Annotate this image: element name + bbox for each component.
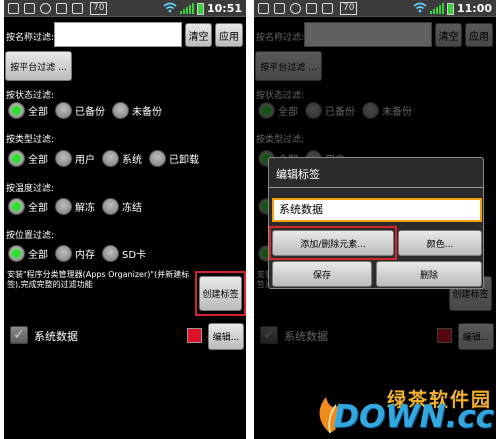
radio-status-all[interactable] [8, 102, 25, 119]
radio-status-backed-up[interactable] [55, 102, 72, 119]
radio-label: 全部 [28, 155, 48, 166]
radio-label: SD卡 [122, 250, 147, 261]
name-filter-label: 按名称过滤: [6, 33, 55, 43]
tag-checkbox[interactable]: ✓ [10, 326, 28, 344]
watermark-logo: 绿茶软件园 DOWN.cc [310, 385, 500, 439]
radio-location-sdcard[interactable] [102, 245, 119, 262]
tag-name-input[interactable]: 系统数据 [272, 198, 482, 222]
signal-icon [429, 3, 444, 14]
highlight-box [269, 226, 397, 260]
radio-temp-thawed[interactable] [55, 198, 72, 215]
color-button[interactable]: 颜色... [398, 230, 482, 256]
edit-tag-button[interactable]: 编辑... [208, 323, 244, 350]
apply-button[interactable]: 应用 [215, 23, 243, 47]
signal-icon [179, 3, 194, 14]
clock: 11:00 [456, 2, 492, 15]
radio-label: 用户 [75, 155, 95, 166]
radio-label: 已备份 [75, 107, 105, 118]
highlight-box [195, 271, 246, 316]
count-badge: 70 [340, 2, 358, 15]
location-filter-group: 全部 内存 SD卡 [8, 245, 153, 262]
radio-label: 未备份 [132, 107, 162, 118]
radio-label: 内存 [75, 250, 95, 261]
radio-label: 系统 [122, 155, 142, 166]
radio-temp-all[interactable] [8, 198, 25, 215]
notification-icon [306, 3, 317, 14]
platform-filter-button[interactable]: 按平台过滤 ... [5, 51, 72, 81]
tag-name: 系统数据 [34, 330, 78, 343]
record-icon [290, 3, 301, 14]
battery-icon [196, 2, 204, 15]
temperature-filter-label: 按温度过滤: [6, 184, 55, 194]
tag-color-swatch[interactable] [187, 328, 202, 343]
wifi-icon [413, 2, 427, 16]
radio-type-all[interactable] [8, 150, 25, 167]
notification-icon [274, 3, 285, 14]
radio-type-system[interactable] [102, 150, 119, 167]
radio-label: 全部 [28, 203, 48, 214]
status-bar: 70 10:51 [4, 0, 246, 17]
delete-button[interactable]: 删除 [376, 261, 482, 287]
phone-screen-left: 70 10:51 按名称过滤: 清空 应用 按平台过滤 ... 按状态过滤: 全… [4, 0, 246, 439]
radio-label: 全部 [28, 250, 48, 261]
notification-icon [24, 3, 35, 14]
radio-label: 已卸载 [169, 155, 199, 166]
notification-icon [258, 3, 269, 14]
install-hint-text: 安装"程序分类管理器(Apps Organizer)"(并新建标签),完成完整的… [7, 270, 190, 289]
clock: 10:51 [206, 2, 242, 15]
radio-temp-frozen[interactable] [102, 198, 119, 215]
type-filter-group: 全部 用户 系统 已卸载 [8, 150, 206, 167]
type-filter-label: 按类型过滤: [6, 135, 55, 145]
status-bar: 70 11:00 [254, 0, 496, 17]
record-icon [40, 3, 51, 14]
watermark-text-bottom: DOWN.cc [333, 399, 494, 435]
battery-icon [446, 2, 454, 15]
notification-icon [322, 3, 333, 14]
location-filter-label: 按位置过滤: [6, 231, 55, 241]
divider [269, 187, 483, 188]
phone-screen-right: 70 11:00 按名称过滤: 清空 应用 按平台过滤 ... 按状态过滤: 全… [254, 0, 496, 439]
status-filter-label: 按状态过滤: [6, 91, 55, 101]
radio-status-not-backed-up[interactable] [112, 102, 129, 119]
notification-icon [56, 3, 67, 14]
clear-button[interactable]: 清空 [185, 23, 212, 47]
count-badge: 70 [90, 2, 108, 15]
radio-label: 冻结 [122, 203, 142, 214]
notification-icon [72, 3, 83, 14]
name-filter-input[interactable] [54, 22, 182, 47]
status-filter-group: 全部 已备份 未备份 [8, 102, 169, 119]
radio-location-all[interactable] [8, 245, 25, 262]
wifi-icon [163, 2, 177, 16]
radio-location-internal[interactable] [55, 245, 72, 262]
radio-label: 全部 [28, 107, 48, 118]
radio-label: 解冻 [75, 203, 95, 214]
dialog-title: 编辑标签 [276, 168, 320, 181]
edit-tag-dialog: 编辑标签 系统数据 添加/删除元素... 颜色... 保存 删除 [268, 157, 484, 289]
save-button[interactable]: 保存 [272, 261, 372, 287]
radio-type-uninstalled[interactable] [149, 150, 166, 167]
temperature-filter-group: 全部 解冻 冻结 [8, 198, 149, 215]
notification-icon [8, 3, 19, 14]
radio-type-user[interactable] [55, 150, 72, 167]
